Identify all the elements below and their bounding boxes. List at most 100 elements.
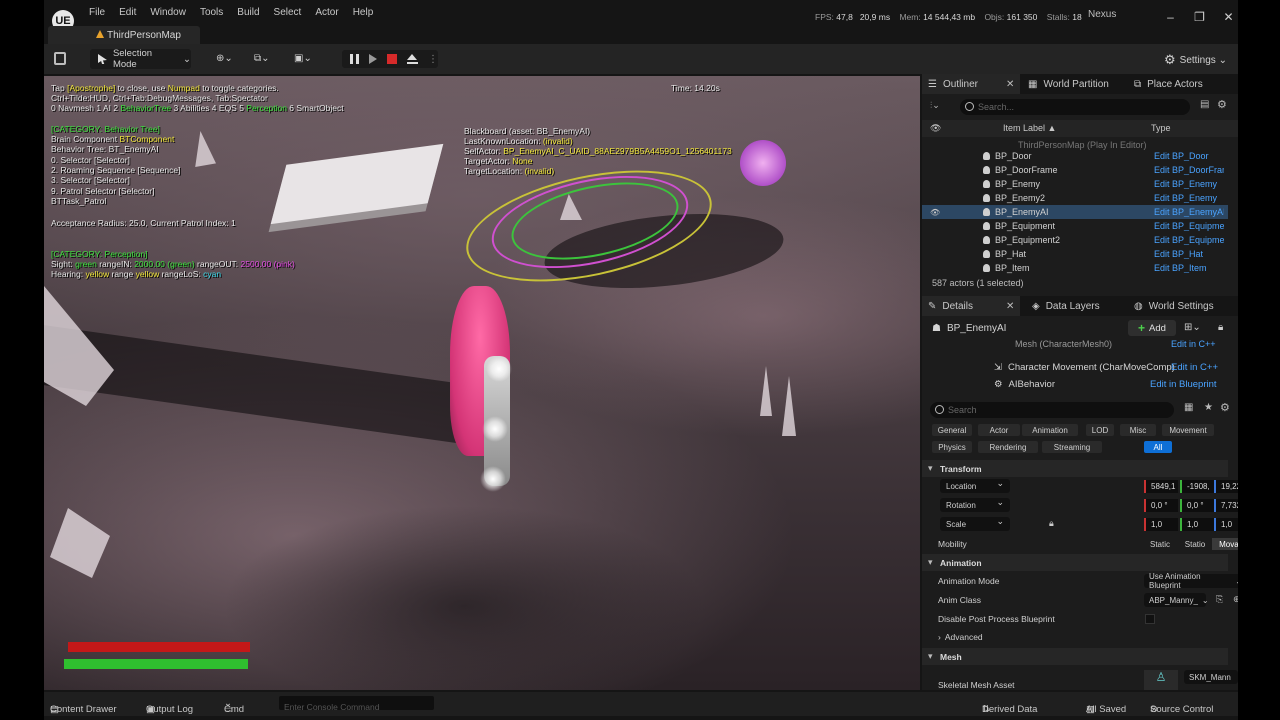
- location-x-field[interactable]: 5849,1: [1144, 480, 1178, 493]
- add-component-button[interactable]: + Add: [1128, 320, 1176, 336]
- scale-y-field[interactable]: 1,0: [1180, 518, 1214, 531]
- frame-skip-icon[interactable]: [369, 54, 377, 64]
- cinematics-icon[interactable]: ▣⌄: [294, 53, 316, 65]
- outliner-search-input[interactable]: Search...: [960, 99, 1190, 115]
- eject-icon[interactable]: [407, 54, 418, 64]
- visibility-eye-icon[interactable]: 👁: [930, 208, 940, 217]
- selection-mode-dropdown[interactable]: Selection Mode ⌄: [90, 48, 191, 70]
- category-filter-button[interactable]: Streaming: [1042, 441, 1102, 453]
- gear-icon[interactable]: ⚙: [1220, 401, 1230, 414]
- animation-mode-dropdown[interactable]: Use Animation Blueprint ⌄: [1144, 572, 1238, 590]
- close-icon[interactable]: ✕: [1214, 10, 1238, 24]
- edit-in-blueprint-link[interactable]: Edit in Blueprint: [1150, 379, 1217, 390]
- console-input[interactable]: Enter Console Command: [279, 696, 434, 712]
- outliner-row[interactable]: BP_DoorFrame Edit BP_DoorFrame: [922, 163, 1228, 177]
- outliner-item-type-link[interactable]: Edit BP_Item: [1154, 263, 1224, 273]
- rotation-dropdown[interactable]: Rotation: [940, 497, 1010, 512]
- category-filter-button[interactable]: Rendering: [978, 441, 1038, 453]
- blueprint-icon[interactable]: ⧉⌄: [254, 53, 276, 65]
- disable-pp-checkbox[interactable]: [1145, 614, 1155, 624]
- edit-in-cpp-link[interactable]: Edit in C++: [1171, 362, 1218, 373]
- category-filter-button[interactable]: General: [932, 424, 972, 436]
- outliner-row[interactable]: BP_Item Edit BP_Item: [922, 261, 1228, 275]
- save-icon[interactable]: [54, 52, 66, 65]
- cmd-dropdown[interactable]: ▭ Cmd ⌄: [224, 698, 244, 715]
- category-filter-button[interactable]: Actor: [978, 424, 1020, 436]
- lock-icon[interactable]: 🔒︎: [1049, 518, 1054, 529]
- menu-file[interactable]: File: [89, 7, 105, 18]
- outliner-row[interactable]: 👁 BP_EnemyAI Edit BP_EnemyAI: [922, 205, 1228, 219]
- rotation-x-field[interactable]: 0,0 °: [1144, 499, 1178, 512]
- location-z-field[interactable]: 19,224: [1214, 480, 1238, 493]
- settings-button[interactable]: ⚙ Settings ⌄: [1164, 52, 1227, 68]
- details-search-input[interactable]: Search: [930, 402, 1174, 418]
- scale-x-field[interactable]: 1,0: [1144, 518, 1178, 531]
- menu-build[interactable]: Build: [237, 7, 259, 18]
- mobility-static[interactable]: Static: [1142, 538, 1178, 550]
- outliner-item-type-link[interactable]: Edit BP_Equipment: [1154, 221, 1224, 231]
- column-type[interactable]: Type: [1151, 123, 1171, 133]
- anim-class-dropdown[interactable]: ABP_Manny_ ⌄: [1144, 593, 1209, 607]
- outliner-item-type-link[interactable]: Edit BP_Enemy: [1154, 193, 1224, 203]
- pause-icon[interactable]: [350, 54, 359, 64]
- outliner-row[interactable]: BP_Equipment2 Edit BP_Equipment: [922, 233, 1228, 247]
- gear-icon[interactable]: ⚙: [1217, 98, 1227, 111]
- menu-select[interactable]: Select: [274, 7, 302, 18]
- component-mesh[interactable]: Mesh (CharacterMesh0): [1015, 339, 1112, 349]
- mobility-movable[interactable]: Movat: [1212, 538, 1238, 550]
- outliner-item-type-link[interactable]: Edit BP_EnemyAI: [1154, 207, 1224, 217]
- section-mesh[interactable]: Mesh: [922, 648, 1228, 665]
- level-viewport[interactable]: Time: 14.20s Tap [Apostrophe] to close, …: [44, 76, 920, 690]
- category-filter-button[interactable]: Animation: [1022, 424, 1078, 436]
- add-actor-icon[interactable]: ⊕⌄: [216, 53, 238, 65]
- tab-world-settings[interactable]: ◍ World Settings: [1128, 296, 1238, 316]
- add-folder-icon[interactable]: ▤: [1200, 99, 1209, 110]
- component-character-movement[interactable]: ⇲ Character Movement (CharMoveComp): [994, 362, 1175, 373]
- location-dropdown[interactable]: Location: [940, 478, 1010, 493]
- outliner-item-type-link[interactable]: Edit BP_Hat: [1154, 249, 1224, 259]
- filter-icon[interactable]: ⫶⌄: [930, 100, 940, 111]
- tab-place-actors[interactable]: ⧉ Place Actors: [1128, 74, 1228, 94]
- stop-icon[interactable]: [387, 54, 397, 64]
- column-item-label[interactable]: Item Label ▲: [1003, 123, 1056, 133]
- browse-icon[interactable]: ⎘: [1216, 594, 1223, 605]
- outliner-row[interactable]: BP_Enemy Edit BP_Enemy: [922, 177, 1228, 191]
- skeletal-mesh-dropdown[interactable]: SKM_Mann: [1184, 670, 1238, 684]
- outliner-item-type-link[interactable]: Edit BP_Equipment: [1154, 235, 1224, 245]
- section-transform[interactable]: Transform: [922, 460, 1228, 477]
- menu-edit[interactable]: Edit: [119, 7, 136, 18]
- scale-dropdown[interactable]: Scale: [940, 516, 1010, 531]
- outliner-item-type-link[interactable]: Edit BP_Enemy: [1154, 179, 1224, 189]
- star-icon[interactable]: ★: [1204, 402, 1213, 413]
- menu-window[interactable]: Window: [150, 7, 186, 18]
- use-selected-icon[interactable]: ⊕: [1233, 594, 1238, 605]
- scale-z-field[interactable]: 1,0: [1214, 518, 1238, 531]
- edit-in-cpp-link[interactable]: Edit in C++: [1171, 339, 1216, 349]
- menu-actor[interactable]: Actor: [315, 7, 338, 18]
- grid-view-icon[interactable]: ▦: [1184, 402, 1193, 413]
- menu-help[interactable]: Help: [353, 7, 374, 18]
- outliner-row[interactable]: BP_Hat Edit BP_Hat: [922, 247, 1228, 261]
- rotation-z-field[interactable]: 7,7322: [1214, 499, 1238, 512]
- minimize-icon[interactable]: –: [1156, 10, 1185, 24]
- outliner-row[interactable]: BP_Enemy2 Edit BP_Enemy: [922, 191, 1228, 205]
- more-options-icon[interactable]: ⋮: [428, 54, 438, 65]
- category-filter-button[interactable]: Movement: [1162, 424, 1214, 436]
- mobility-stationary[interactable]: Statio: [1178, 538, 1212, 550]
- component-ai-behavior[interactable]: ⚙ AIBehavior: [994, 379, 1055, 390]
- outliner-row[interactable]: BP_Door Edit BP_Door: [922, 149, 1228, 163]
- category-filter-button[interactable]: LOD: [1086, 424, 1114, 436]
- restore-icon[interactable]: ❐: [1185, 10, 1214, 24]
- lock-icon[interactable]: 🔒︎: [1218, 322, 1223, 333]
- advanced-toggle[interactable]: › Advanced: [938, 632, 983, 642]
- category-filter-button[interactable]: Physics: [932, 441, 972, 453]
- tab-outliner[interactable]: ☰ Outliner ✕: [922, 74, 1020, 94]
- tab-data-layers[interactable]: ◈ Data Layers: [1026, 296, 1126, 316]
- location-y-field[interactable]: -1908,: [1180, 480, 1214, 493]
- close-icon[interactable]: ✕: [1006, 79, 1014, 90]
- section-animation[interactable]: Animation: [922, 554, 1228, 571]
- outliner-item-type-link[interactable]: Edit BP_DoorFrame: [1154, 165, 1224, 175]
- outliner-row[interactable]: BP_Equipment Edit BP_Equipment: [922, 219, 1228, 233]
- tab-world-partition[interactable]: ▦ World Partition: [1022, 74, 1122, 94]
- tab-details[interactable]: ✎ Details ✕: [922, 296, 1020, 316]
